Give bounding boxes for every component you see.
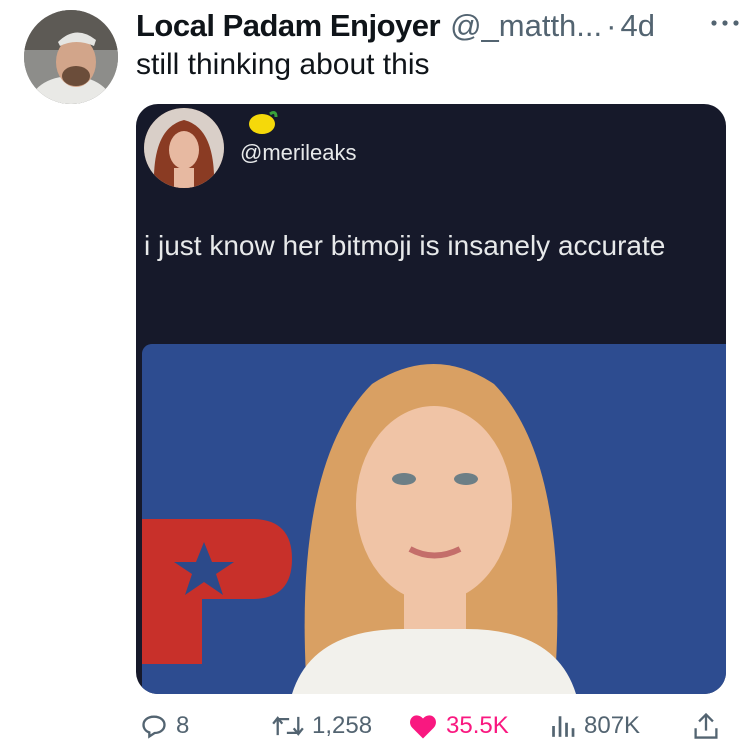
quoted-avatar — [144, 108, 224, 188]
views-button[interactable]: 807K — [550, 704, 640, 748]
author-handle[interactable]: @_matth... — [450, 8, 602, 44]
views-icon — [552, 716, 575, 737]
reply-icon — [142, 715, 166, 739]
reply-button[interactable]: 8 — [140, 704, 189, 748]
avatar-photo — [24, 10, 118, 104]
retweet-button[interactable]: 1,258 — [272, 704, 372, 748]
more-icon — [711, 20, 739, 26]
tweet-media[interactable]: @merileaks i just know her bitmoji is in… — [136, 104, 726, 694]
share-icon — [694, 712, 718, 739]
share-button[interactable] — [692, 704, 720, 748]
like-button[interactable]: 35.5K — [408, 704, 509, 748]
retweet-count: 1,258 — [312, 712, 373, 739]
action-bar: 8 1,258 35.5K 807K — [136, 704, 732, 748]
retweet-icon — [272, 716, 304, 736]
heart-icon — [410, 715, 436, 739]
quoted-photo — [142, 344, 726, 694]
lemon-icon — [249, 111, 278, 134]
portrait-image — [142, 344, 726, 694]
author-name[interactable]: Local Padam Enjoyer — [136, 8, 441, 44]
header-separator: · — [606, 8, 617, 43]
quoted-handle: @merileaks — [240, 140, 357, 165]
tweet-text: still thinking about this — [136, 48, 430, 81]
view-count: 807K — [584, 712, 641, 739]
tweet-timestamp[interactable]: 4d — [620, 8, 654, 44]
quoted-avatar-photo — [144, 108, 224, 188]
like-count: 35.5K — [446, 712, 509, 739]
author-avatar[interactable] — [24, 10, 118, 104]
more-button[interactable] — [704, 8, 746, 38]
tweet-header: Local Padam Enjoyer @_matth... · 4d — [136, 4, 736, 48]
reply-count: 8 — [176, 712, 190, 739]
quoted-text: i just know her bitmoji is insanely accu… — [144, 230, 666, 261]
